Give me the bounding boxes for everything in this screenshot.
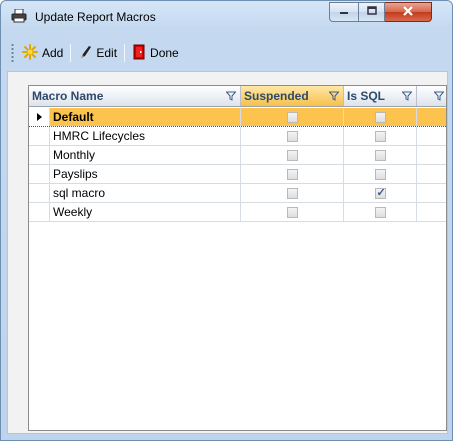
table-row[interactable]: Weekly: [29, 203, 446, 222]
table-row[interactable]: Default: [29, 108, 446, 127]
suspended-cell: [241, 108, 344, 126]
is-sql-checkbox[interactable]: [374, 186, 386, 199]
sparkle-icon: [22, 43, 38, 63]
is-sql-cell: [344, 165, 417, 183]
row-indicator[interactable]: [29, 184, 50, 202]
toolbar: Add Edit Done: [7, 39, 447, 67]
filter-icon[interactable]: [433, 90, 445, 104]
extra-cell: [417, 146, 446, 164]
macro-name-cell[interactable]: Weekly: [50, 203, 241, 221]
suspended-cell: [241, 146, 344, 164]
title-bar[interactable]: Update Report Macros: [1, 1, 452, 31]
row-indicator[interactable]: [29, 203, 50, 221]
macro-name-cell[interactable]: HMRC Lifecycles: [50, 127, 241, 145]
suspended-checkbox[interactable]: [286, 130, 298, 142]
suspended-cell: [241, 165, 344, 183]
maximize-icon: [366, 5, 377, 19]
is-sql-cell: [344, 127, 417, 145]
close-icon: [402, 5, 414, 20]
suspended-cell: [241, 127, 344, 145]
minimize-button[interactable]: [329, 2, 358, 22]
add-button-label: Add: [42, 46, 64, 60]
minimize-icon: [339, 5, 349, 19]
suspended-cell: [241, 184, 344, 202]
column-header-label: Suspended: [244, 89, 309, 103]
close-button[interactable]: [385, 2, 432, 22]
is-sql-checkbox[interactable]: [374, 111, 386, 123]
table-row[interactable]: HMRC Lifecycles: [29, 127, 446, 146]
is-sql-cell: [344, 203, 417, 221]
macro-name-cell[interactable]: Monthly: [50, 146, 241, 164]
toolbar-separator: [124, 44, 126, 62]
column-header-macro-name[interactable]: Macro Name: [29, 86, 241, 106]
column-header-is-sql[interactable]: Is SQL: [344, 86, 417, 106]
macro-name-cell[interactable]: Default: [50, 108, 241, 126]
macro-name-cell[interactable]: sql macro: [50, 184, 241, 202]
toolbar-separator: [70, 44, 72, 62]
is-sql-checkbox[interactable]: [374, 206, 386, 218]
row-indicator[interactable]: [29, 108, 50, 126]
macro-name-cell[interactable]: Payslips: [50, 165, 241, 183]
macros-grid: Macro Name Suspended Is SQL Default HMRC…: [28, 85, 447, 431]
is-sql-cell: [344, 108, 417, 126]
current-row-arrow-icon: [36, 113, 42, 121]
add-button[interactable]: Add: [18, 42, 67, 64]
filter-icon[interactable]: [401, 90, 413, 104]
suspended-cell: [241, 203, 344, 221]
suspended-checkbox[interactable]: [286, 187, 298, 199]
table-row[interactable]: Monthly: [29, 146, 446, 165]
row-indicator[interactable]: [29, 165, 50, 183]
column-header-extra[interactable]: [417, 86, 446, 106]
suspended-checkbox[interactable]: [286, 168, 298, 180]
update-report-macros-window: Update Report Macros Add Edit Done Macro…: [0, 0, 453, 441]
table-row[interactable]: sql macro: [29, 184, 446, 203]
grid-header: Macro Name Suspended Is SQL: [29, 86, 446, 107]
extra-cell: [417, 127, 446, 145]
column-header-label: Macro Name: [32, 89, 104, 103]
pencil-icon: [78, 44, 92, 63]
window-title: Update Report Macros: [35, 10, 156, 24]
maximize-button[interactable]: [358, 2, 385, 22]
suspended-checkbox[interactable]: [286, 111, 298, 123]
exit-door-icon: [132, 44, 146, 63]
toolbar-grip[interactable]: [11, 43, 14, 63]
extra-cell: [417, 203, 446, 221]
row-indicator[interactable]: [29, 146, 50, 164]
printer-icon: [11, 8, 27, 23]
filter-icon[interactable]: [225, 90, 237, 104]
column-header-label: Is SQL: [347, 89, 386, 103]
suspended-checkbox[interactable]: [286, 206, 298, 218]
extra-cell: [417, 108, 446, 126]
is-sql-checkbox[interactable]: [374, 149, 386, 161]
edit-button-label: Edit: [96, 46, 118, 60]
filter-icon[interactable]: [328, 90, 340, 104]
content-panel: Macro Name Suspended Is SQL Default HMRC…: [7, 71, 448, 434]
row-indicator[interactable]: [29, 127, 50, 145]
table-row[interactable]: Payslips: [29, 165, 446, 184]
done-button-label: Done: [150, 46, 179, 60]
is-sql-checkbox[interactable]: [374, 168, 386, 180]
done-button[interactable]: Done: [128, 42, 183, 64]
suspended-checkbox[interactable]: [286, 149, 298, 161]
extra-cell: [417, 165, 446, 183]
column-header-suspended[interactable]: Suspended: [241, 86, 344, 106]
is-sql-checkbox[interactable]: [374, 130, 386, 142]
is-sql-cell: [344, 146, 417, 164]
edit-button[interactable]: Edit: [74, 42, 121, 64]
extra-cell: [417, 184, 446, 202]
is-sql-cell: [344, 184, 417, 202]
